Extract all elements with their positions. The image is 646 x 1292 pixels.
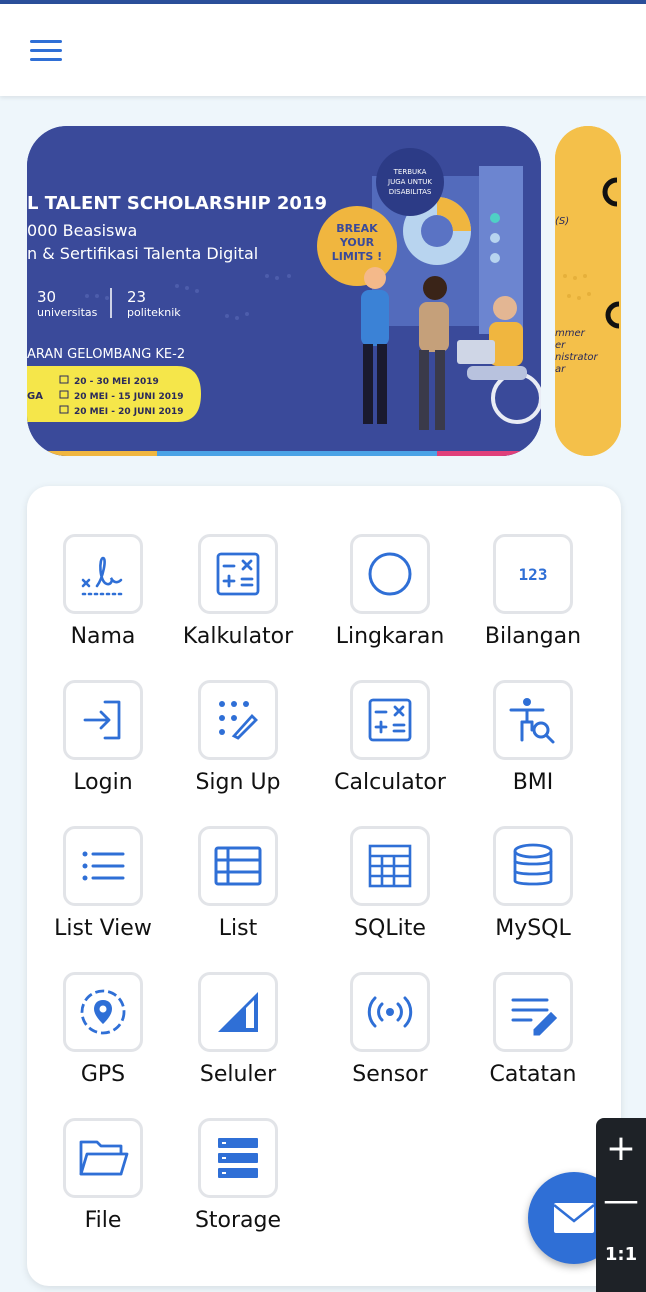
- svg-text:123: 123: [519, 565, 548, 584]
- menu-item-lingkaran[interactable]: Lingkaran: [315, 534, 465, 664]
- menu-item-label: Catatan: [489, 1062, 577, 1087]
- menu-item-catatan[interactable]: Catatan: [458, 972, 608, 1102]
- banner2-text-4: ar: [555, 364, 566, 375]
- svg-text:LIMITS !: LIMITS !: [332, 250, 382, 263]
- banner-date-2: 20 MEI - 15 JUNI 2019: [74, 392, 184, 402]
- svg-text:TERBUKA: TERBUKA: [393, 168, 427, 176]
- svg-text:YOUR: YOUR: [339, 236, 375, 249]
- menu-item-kalkulator[interactable]: Kalkulator: [163, 534, 313, 664]
- zoom-controls: + — 1:1: [596, 1118, 646, 1292]
- svg-text:DISABILITAS: DISABILITAS: [389, 188, 432, 196]
- menu-item-label: Kalkulator: [182, 624, 294, 649]
- banner-wave: ARAN GELOMBANG KE-2: [27, 347, 185, 362]
- banner2-text-3: nistrator: [555, 352, 599, 363]
- zoom-in-button[interactable]: +: [596, 1122, 646, 1174]
- menu-item-storage[interactable]: Storage: [163, 1118, 313, 1248]
- menu-item-bilangan[interactable]: 123 Bilangan: [458, 534, 608, 664]
- mail-icon: [553, 1203, 595, 1233]
- notes-icon: [511, 998, 558, 1036]
- banner-date-1: 20 - 30 MEI 2019: [74, 377, 159, 387]
- menu-item-bmi[interactable]: BMI: [458, 680, 608, 810]
- menu-item-label: Storage: [194, 1208, 282, 1233]
- menu-item-sqlite[interactable]: SQLite: [315, 826, 465, 956]
- hamburger-menu-icon[interactable]: [22, 30, 70, 70]
- menu-item-sensor[interactable]: Sensor: [315, 972, 465, 1102]
- menu-item-calculator[interactable]: Calculator: [315, 680, 465, 810]
- banner-dates-prefix: GA: [27, 391, 43, 402]
- banner-line2: n & Sertifikasi Talenta Digital: [27, 244, 258, 263]
- banner-stat1-num: 30: [37, 288, 56, 306]
- calculator-icon: [216, 552, 260, 596]
- svg-text:BREAK: BREAK: [336, 222, 378, 235]
- menu-item-label: List: [218, 916, 258, 941]
- menu-item-sign-up[interactable]: Sign Up: [163, 680, 313, 810]
- sensor-icon: [367, 996, 413, 1028]
- menu-item-label: Seluler: [199, 1062, 277, 1087]
- list-icon: [82, 851, 125, 881]
- circle-icon: [368, 552, 412, 596]
- svg-text:JUGA UNTUK: JUGA UNTUK: [387, 178, 432, 186]
- zoom-reset-button[interactable]: 1:1: [596, 1228, 646, 1280]
- zoom-out-button[interactable]: —: [596, 1174, 646, 1226]
- storage-icon: [218, 1138, 258, 1178]
- menu-item-label: BMI: [512, 770, 554, 795]
- numbers-icon: 123: [519, 565, 548, 584]
- banner-stat2-num: 23: [127, 288, 146, 306]
- banner-stat1-label: universitas: [37, 306, 98, 319]
- banner-date-3: 20 MEI - 20 JUNI 2019: [74, 407, 184, 417]
- banner-line1: 000 Beasiswa: [27, 221, 137, 240]
- menu-item-mysql[interactable]: MySQL: [458, 826, 608, 956]
- menu-item-seluler[interactable]: Seluler: [163, 972, 313, 1102]
- signup-icon: [219, 701, 258, 740]
- app-bar: [0, 4, 646, 96]
- location-icon: [80, 989, 126, 1035]
- menu-item-label: Sign Up: [195, 770, 281, 795]
- calculator-icon: [368, 698, 412, 742]
- login-icon: [83, 700, 121, 740]
- database-icon: [513, 843, 553, 886]
- grid-table-icon: [368, 844, 412, 888]
- banner2-text-0: (S): [555, 216, 569, 227]
- menu-grid: Nama Kalkulator Lingkaran 123 Bilangan L…: [27, 486, 621, 1286]
- banner2-text-2: er: [555, 340, 566, 351]
- banner-stat2-label: politeknik: [127, 306, 181, 319]
- menu-item-label: Bilangan: [484, 624, 582, 649]
- menu-item-label: MySQL: [495, 916, 571, 941]
- body-search-icon: [509, 698, 555, 744]
- folder-icon: [79, 1140, 129, 1176]
- menu-item-list[interactable]: List: [163, 826, 313, 956]
- banner-title: L TALENT SCHOLARSHIP 2019: [27, 193, 327, 214]
- banner2-text-1: mmer: [555, 328, 586, 339]
- next-banner[interactable]: (S) mmer er nistrator ar: [555, 126, 621, 456]
- signal-icon: [218, 992, 258, 1032]
- scholarship-banner[interactable]: L TALENT SCHOLARSHIP 2019 000 Beasiswa n…: [27, 126, 541, 456]
- signature-icon: [81, 556, 125, 596]
- table-list-icon: [214, 846, 262, 886]
